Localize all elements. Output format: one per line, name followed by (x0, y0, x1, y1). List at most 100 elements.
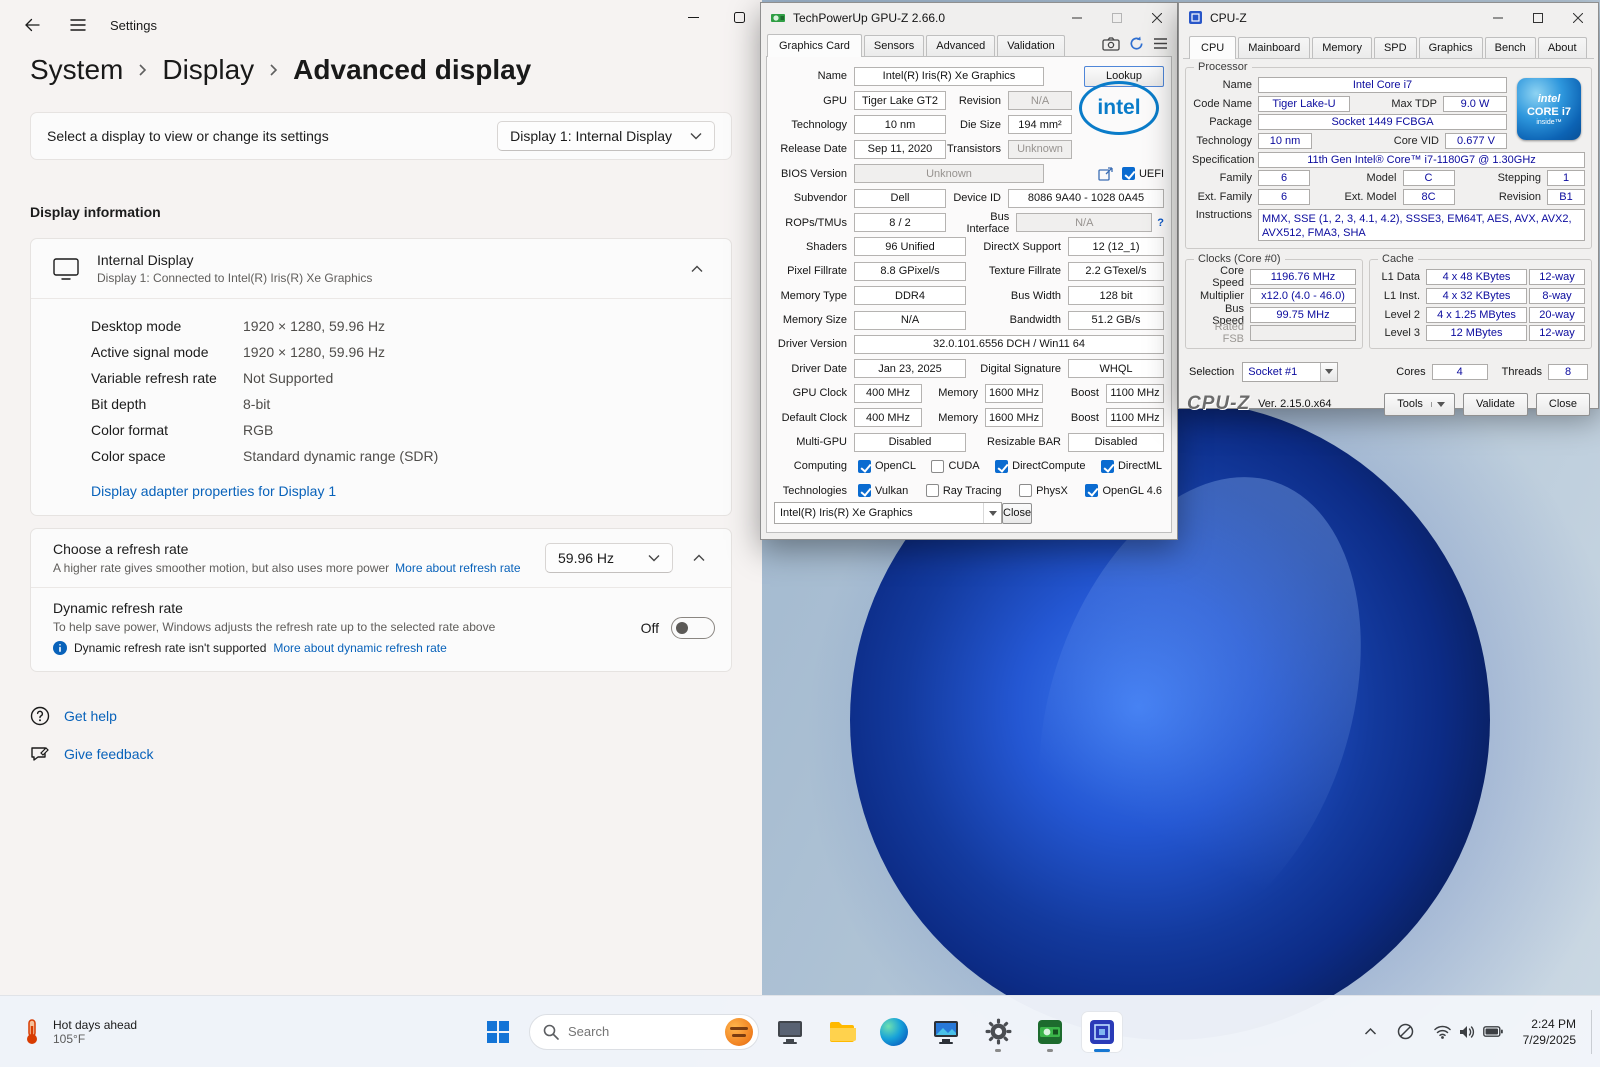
show-desktop-button[interactable] (1591, 1010, 1596, 1054)
give-feedback-link[interactable]: Give feedback (64, 746, 154, 762)
minimize-button[interactable] (670, 0, 716, 34)
vulkan-checkbox[interactable]: Vulkan (858, 484, 908, 497)
more-about-refresh-rate-link[interactable]: More about refresh rate (395, 561, 520, 575)
core-speed-value: 1196.76 MHz (1250, 269, 1356, 285)
cuda-checkbox[interactable]: CUDA (931, 460, 979, 473)
cpuz-minimize-button[interactable] (1478, 3, 1518, 32)
more-about-dynamic-refresh-link[interactable]: More about dynamic refresh rate (273, 641, 446, 655)
minimize-icon (1072, 13, 1082, 23)
refresh-icon[interactable] (1129, 36, 1144, 51)
gpuz-close-panel-button[interactable]: Close (1002, 503, 1032, 524)
socket-selector-dropdown[interactable]: Socket #1 (1242, 362, 1338, 382)
back-arrow-icon (24, 17, 40, 33)
tab-sensors[interactable]: Sensors (864, 35, 924, 56)
hidden-icons-button[interactable] (1356, 1019, 1385, 1044)
physx-checkbox[interactable]: PhysX (1019, 484, 1068, 497)
validate-button[interactable]: Validate (1463, 393, 1528, 416)
l2-ways: 20-way (1529, 307, 1585, 323)
default-clock-value: 400 MHz (854, 408, 922, 427)
directml-checkbox[interactable]: DirectML (1101, 460, 1162, 473)
cpuz-maximize-button[interactable] (1518, 3, 1558, 32)
tab-validation[interactable]: Validation (997, 35, 1065, 56)
refresh-rate-dropdown[interactable]: 59.96 Hz (545, 543, 673, 573)
tab-bench[interactable]: Bench (1485, 37, 1536, 58)
max-tdp-value: 9.0 W (1443, 96, 1507, 112)
start-button[interactable] (477, 1011, 519, 1053)
taskbar-edge[interactable] (873, 1011, 915, 1053)
threads-label: Threads (1502, 366, 1542, 378)
gpuz-window: TechPowerUp GPU-Z 2.66.0 Graphics Card S… (760, 2, 1178, 540)
gpuz-taskbar-icon (1037, 1019, 1063, 1045)
tools-button[interactable]: Tools (1384, 393, 1455, 416)
gpuz-window-title: TechPowerUp GPU-Z 2.66.0 (793, 11, 945, 25)
resizable-bar-value: Disabled (1068, 433, 1164, 452)
maximize-button[interactable] (716, 0, 762, 34)
taskbar-display-app[interactable] (925, 1011, 967, 1053)
back-button[interactable] (14, 8, 50, 42)
bus-width-value: 128 bit (1068, 286, 1164, 305)
tab-cpu[interactable]: CPU (1189, 36, 1236, 59)
cpuz-taskbar-icon (1089, 1019, 1115, 1045)
menu-icon[interactable] (1153, 38, 1168, 49)
display-adapter-properties-link[interactable]: Display adapter properties for Display 1 (91, 483, 336, 499)
taskbar-search[interactable] (529, 1014, 759, 1050)
display-info-row: Active signal mode1920 × 1280, 59.96 Hz (91, 339, 731, 365)
taskbar-clock[interactable]: 2:24 PM 7/29/2025 (1515, 1012, 1584, 1052)
uefi-checkbox[interactable]: UEFI (1122, 167, 1164, 180)
tab-about[interactable]: About (1538, 37, 1587, 58)
search-input[interactable] (568, 1024, 688, 1039)
tab-spd[interactable]: SPD (1374, 37, 1417, 58)
gpu-selector-dropdown[interactable]: Intel(R) Iris(R) Xe Graphics (774, 502, 1002, 524)
network-volume-battery-button[interactable] (1426, 1017, 1511, 1047)
dynamic-refresh-toggle[interactable] (671, 617, 715, 639)
weather-widget[interactable]: Hot days ahead 105°F (8, 1012, 149, 1052)
gpuz-tabstrip: Graphics Card Sensors Advanced Validatio… (761, 32, 1177, 56)
opengl-checkbox[interactable]: OpenGL 4.6 (1085, 484, 1162, 497)
gpuz-titlebar[interactable]: TechPowerUp GPU-Z 2.66.0 (761, 3, 1177, 32)
search-highlight-icon[interactable] (725, 1018, 753, 1046)
cpuz-close-button[interactable] (1558, 3, 1598, 32)
tab-advanced[interactable]: Advanced (926, 35, 995, 56)
tab-graphics[interactable]: Graphics (1419, 37, 1483, 58)
cpuz-close-panel-button[interactable]: Close (1536, 393, 1590, 416)
nav-menu-button[interactable] (60, 8, 96, 42)
collapse-display-info-button[interactable] (681, 257, 713, 281)
multi-gpu-value: Disabled (854, 433, 966, 452)
taskbar-settings[interactable] (977, 1011, 1019, 1053)
display-select-dropdown[interactable]: Display 1: Internal Display (497, 121, 715, 151)
l1-data-value: 4 x 48 KBytes (1426, 269, 1527, 285)
bus-interface-help-icon[interactable]: ? (1157, 217, 1164, 229)
ray-tracing-checkbox[interactable]: Ray Tracing (926, 484, 1002, 497)
cpuz-titlebar[interactable]: CPU-Z (1179, 3, 1598, 32)
breadcrumb-display[interactable]: Display (162, 54, 254, 86)
chevron-up-icon (693, 554, 705, 562)
opencl-checkbox[interactable]: OpenCL (858, 460, 916, 473)
shaders-value: 96 Unified (854, 237, 966, 256)
screenshot-camera-icon[interactable] (1102, 37, 1120, 51)
taskbar-gpuz[interactable] (1029, 1011, 1071, 1053)
taskbar-pc-monitor-icon[interactable] (769, 1011, 811, 1053)
dnd-status-button[interactable] (1389, 1015, 1422, 1048)
info-icon (53, 641, 67, 655)
display-info-card-header[interactable]: Internal Display Display 1: Connected to… (31, 239, 731, 298)
chevron-down-icon (983, 503, 1001, 523)
settings-titlebar[interactable]: Settings (0, 0, 762, 50)
tab-memory[interactable]: Memory (1312, 37, 1372, 58)
gpuz-close-button[interactable] (1137, 3, 1177, 32)
intel-logo: intel (1079, 81, 1159, 135)
get-help-link[interactable]: Get help (64, 708, 117, 724)
taskbar-file-explorer[interactable] (821, 1011, 863, 1053)
taskbar-cpuz[interactable] (1081, 1011, 1123, 1053)
rops-tmus-value: 8 / 2 (854, 213, 946, 232)
battery-icon (1483, 1026, 1503, 1037)
share-bios-icon[interactable] (1098, 166, 1114, 181)
directcompute-checkbox[interactable]: DirectCompute (995, 460, 1085, 473)
breadcrumb-system[interactable]: System (30, 54, 123, 86)
get-help-icon (30, 706, 50, 726)
gpuz-minimize-button[interactable] (1057, 3, 1097, 32)
collapse-refresh-rate-button[interactable] (683, 546, 715, 570)
running-indicator (1047, 1049, 1053, 1052)
tab-graphics-card[interactable]: Graphics Card (767, 34, 862, 57)
edge-icon (880, 1018, 908, 1046)
tab-mainboard[interactable]: Mainboard (1238, 37, 1310, 58)
